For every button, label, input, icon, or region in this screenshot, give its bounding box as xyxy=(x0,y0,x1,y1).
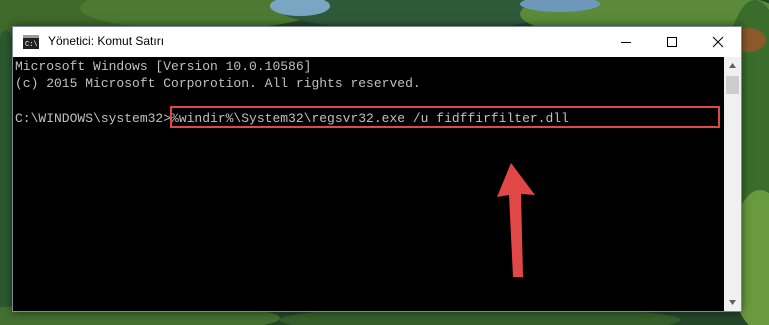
console-line: Microsoft Windows [Version 10.0.10586] xyxy=(15,59,312,74)
vertical-scrollbar[interactable] xyxy=(724,57,741,311)
title-bar[interactable]: C:\ Yönetici: Komut Satırı xyxy=(13,27,741,57)
minimize-icon xyxy=(621,42,631,43)
scroll-down-arrow-icon[interactable] xyxy=(724,294,741,311)
console-output[interactable]: Microsoft Windows [Version 10.0.10586] (… xyxy=(13,57,724,311)
maximize-button[interactable] xyxy=(649,27,695,57)
close-button[interactable] xyxy=(695,27,741,57)
console-line: (c) 2015 Microsoft Corporotion. All righ… xyxy=(15,76,421,91)
maximize-icon xyxy=(667,37,677,47)
scrollbar-thumb[interactable] xyxy=(726,76,739,94)
scroll-up-arrow-icon[interactable] xyxy=(724,57,741,74)
svg-text:C:\: C:\ xyxy=(25,41,38,49)
command-highlight-box xyxy=(170,106,720,128)
command-prompt-window: C:\ Yönetici: Komut Satırı Microsoft Win… xyxy=(12,26,742,312)
pointer-arrow-icon xyxy=(497,163,535,277)
cmd-console-icon: C:\ xyxy=(23,35,39,49)
window-title: Yönetici: Komut Satırı xyxy=(48,34,165,48)
close-icon xyxy=(712,36,724,48)
minimize-button[interactable] xyxy=(603,27,649,57)
